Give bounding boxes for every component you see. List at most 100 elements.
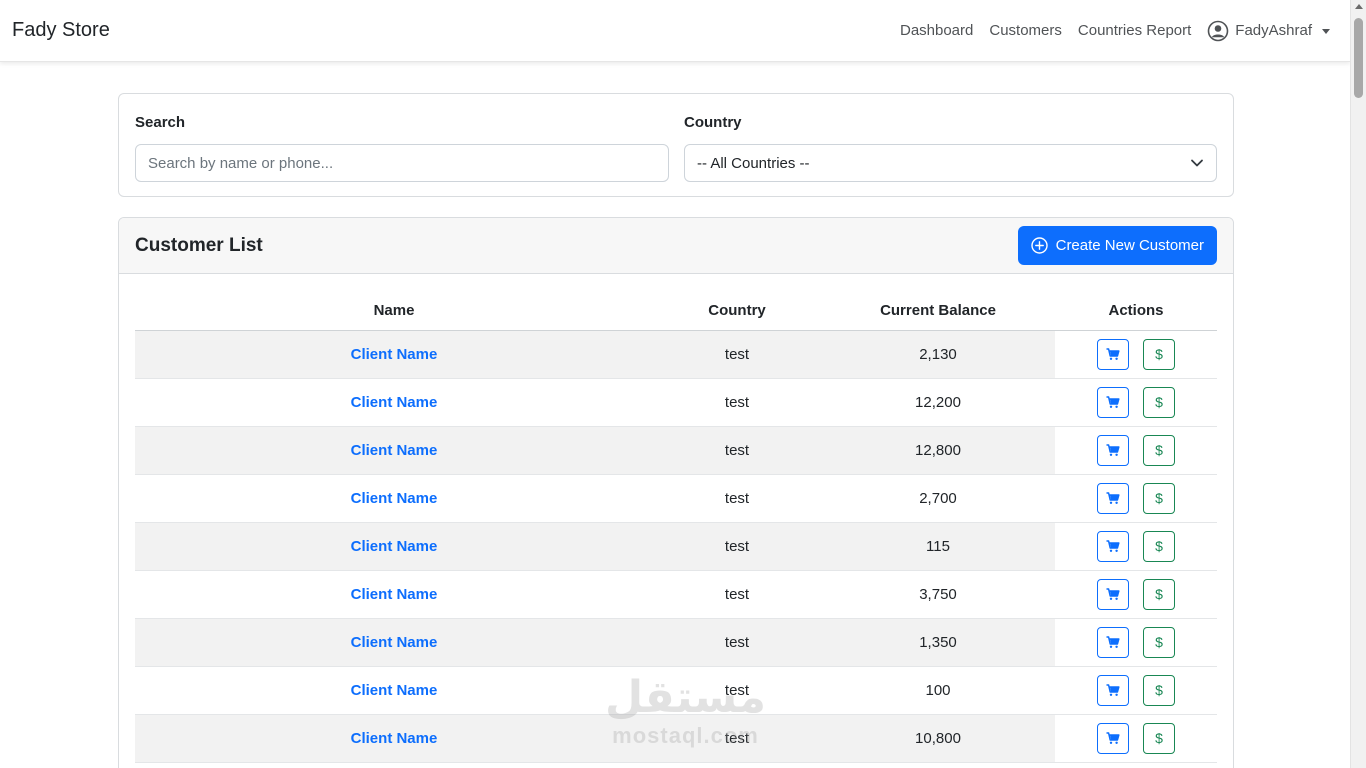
table-row: Client Name test 1,350 $ — [135, 618, 1217, 667]
cart-icon — [1106, 443, 1120, 456]
customer-balance: 100 — [821, 666, 1055, 715]
customer-name-link[interactable]: Client Name — [135, 666, 653, 715]
customer-country: test — [653, 570, 821, 619]
country-select[interactable]: -- All Countries -- — [684, 144, 1217, 182]
nav-link-customers[interactable]: Customers — [989, 22, 1062, 39]
cart-button[interactable] — [1097, 386, 1129, 418]
customer-balance: 115 — [821, 522, 1055, 571]
cart-icon — [1106, 731, 1120, 744]
cart-icon — [1106, 635, 1120, 648]
customer-country: test — [653, 426, 821, 475]
filter-card: Search Search by name or phone... Countr… — [118, 93, 1234, 197]
customer-balance: 3,750 — [821, 570, 1055, 619]
cart-icon — [1106, 539, 1120, 552]
customer-country: test — [653, 714, 821, 763]
customer-table-wrap: Name Country Current Balance Actions Cli… — [135, 290, 1217, 763]
row-actions: $ — [1055, 523, 1217, 570]
customer-balance: 2,130 — [821, 330, 1055, 379]
row-actions: $ — [1055, 379, 1217, 426]
payment-button[interactable]: $ — [1143, 338, 1175, 370]
customer-list-title: Customer List — [135, 234, 263, 256]
column-header-name: Name — [135, 290, 653, 331]
customer-name-link[interactable]: Client Name — [135, 618, 653, 667]
actions-cell: $ — [1055, 714, 1217, 763]
cart-button[interactable] — [1097, 338, 1129, 370]
user-name: FadyAshraf — [1235, 22, 1312, 39]
customer-name-link[interactable]: Client Name — [135, 378, 653, 427]
caret-down-icon — [1322, 29, 1330, 34]
customer-name-link[interactable]: Client Name — [135, 570, 653, 619]
scroll-thumb[interactable] — [1354, 18, 1363, 98]
row-actions: $ — [1055, 427, 1217, 474]
cart-button[interactable] — [1097, 722, 1129, 754]
actions-cell: $ — [1055, 330, 1217, 379]
user-menu-dropdown[interactable]: FadyAshraf — [1207, 20, 1338, 42]
customer-table: Name Country Current Balance Actions Cli… — [135, 290, 1217, 763]
customer-name-link[interactable]: Client Name — [135, 474, 653, 523]
customer-country: test — [653, 618, 821, 667]
plus-circle-icon — [1030, 237, 1048, 254]
column-header-country: Country — [653, 290, 821, 331]
customer-country: test — [653, 474, 821, 523]
nav-link-countries-report[interactable]: Countries Report — [1078, 22, 1191, 39]
cart-icon — [1106, 395, 1120, 408]
user-circle-icon — [1207, 20, 1229, 42]
customer-balance: 12,800 — [821, 426, 1055, 475]
nav-links: Dashboard Customers Countries Report Fad… — [900, 20, 1338, 42]
nav-link-dashboard[interactable]: Dashboard — [900, 22, 973, 39]
search-input[interactable]: Search by name or phone... — [135, 144, 669, 182]
country-label: Country — [684, 114, 742, 131]
customer-name-link[interactable]: Client Name — [135, 714, 653, 763]
cart-button[interactable] — [1097, 530, 1129, 562]
cart-icon — [1106, 491, 1120, 504]
table-row: Client Name test 12,200 $ — [135, 378, 1217, 427]
customer-name-link[interactable]: Client Name — [135, 522, 653, 571]
payment-button[interactable]: $ — [1143, 530, 1175, 562]
cart-button[interactable] — [1097, 674, 1129, 706]
payment-button[interactable]: $ — [1143, 482, 1175, 514]
cart-button[interactable] — [1097, 434, 1129, 466]
customer-country: test — [653, 330, 821, 379]
table-row: Client Name test 10,800 $ — [135, 714, 1217, 763]
table-row: Client Name test 12,800 $ — [135, 426, 1217, 475]
actions-cell: $ — [1055, 522, 1217, 571]
actions-cell: $ — [1055, 570, 1217, 619]
actions-cell: $ — [1055, 474, 1217, 523]
payment-button[interactable]: $ — [1143, 578, 1175, 610]
cart-icon — [1106, 587, 1120, 600]
chevron-down-icon — [1190, 156, 1204, 170]
cart-button[interactable] — [1097, 578, 1129, 610]
brand-title[interactable]: Fady Store — [12, 19, 110, 42]
cart-icon — [1106, 347, 1120, 360]
cart-button[interactable] — [1097, 626, 1129, 658]
table-row: Client Name test 2,700 $ — [135, 474, 1217, 523]
row-actions: $ — [1055, 619, 1217, 666]
customer-name-link[interactable]: Client Name — [135, 426, 653, 475]
customer-balance: 1,350 — [821, 618, 1055, 667]
cart-button[interactable] — [1097, 482, 1129, 514]
customer-balance: 10,800 — [821, 714, 1055, 763]
actions-cell: $ — [1055, 426, 1217, 475]
payment-button[interactable]: $ — [1143, 626, 1175, 658]
row-actions: $ — [1055, 475, 1217, 522]
payment-button[interactable]: $ — [1143, 722, 1175, 754]
navbar: Fady Store Dashboard Customers Countries… — [0, 0, 1350, 62]
search-label: Search — [135, 114, 186, 131]
column-header-balance: Current Balance — [821, 290, 1055, 331]
customer-country: test — [653, 522, 821, 571]
payment-button[interactable]: $ — [1143, 386, 1175, 418]
customer-list-header: Customer List Create New Customer — [119, 218, 1233, 274]
payment-button[interactable]: $ — [1143, 674, 1175, 706]
customer-balance: 12,200 — [821, 378, 1055, 427]
row-actions: $ — [1055, 331, 1217, 378]
scroll-up-arrow-icon[interactable] — [1355, 4, 1363, 9]
cart-icon — [1106, 683, 1120, 696]
customer-list-card: Customer List Create New Customer Name C… — [118, 217, 1234, 768]
row-actions: $ — [1055, 715, 1217, 762]
create-customer-button[interactable]: Create New Customer — [1017, 226, 1217, 265]
table-header-row: Name Country Current Balance Actions — [135, 290, 1217, 331]
payment-button[interactable]: $ — [1143, 434, 1175, 466]
customer-name-link[interactable]: Client Name — [135, 330, 653, 379]
table-row: Client Name test 3,750 $ — [135, 570, 1217, 619]
vertical-scrollbar[interactable] — [1350, 0, 1366, 768]
